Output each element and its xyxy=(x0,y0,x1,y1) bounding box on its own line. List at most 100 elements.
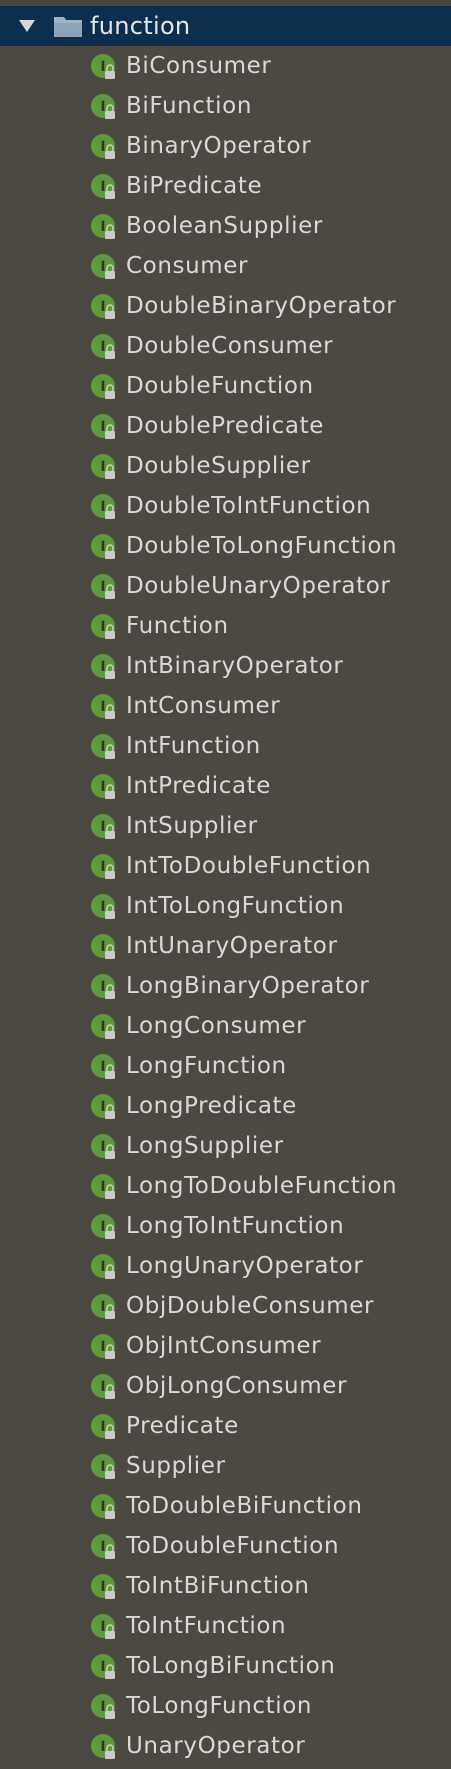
tree-item[interactable]: I Function xyxy=(0,607,451,647)
tree-item[interactable]: I BiPredicate xyxy=(0,167,451,207)
tree-item[interactable]: I ToDoubleBiFunction xyxy=(0,1487,451,1527)
interface-letter: I xyxy=(100,779,105,795)
tree-item-label: Consumer xyxy=(126,253,249,279)
project-tree: function I BiConsumer I BiFunction I BinaryOp… xyxy=(0,0,451,1769)
tree-item[interactable]: I ObjLongConsumer xyxy=(0,1367,451,1407)
tree-item[interactable]: I DoubleConsumer xyxy=(0,327,451,367)
tree-item[interactable]: I DoubleUnaryOperator xyxy=(0,567,451,607)
tree-item-label: DoubleToIntFunction xyxy=(126,493,372,519)
tree-item[interactable]: I BiFunction xyxy=(0,87,451,127)
tree-item-label: IntPredicate xyxy=(126,773,272,799)
interface-icon: I xyxy=(89,931,121,963)
tree-item[interactable]: I DoubleBinaryOperator xyxy=(0,287,451,327)
tree-item[interactable]: I ToIntBiFunction xyxy=(0,1567,451,1607)
tree-item-label: ToLongFunction xyxy=(126,1693,313,1719)
tree-item[interactable]: I IntConsumer xyxy=(0,687,451,727)
interface-letter: I xyxy=(100,1099,105,1115)
interface-letter: I xyxy=(100,139,105,155)
tree-item-label: IntBinaryOperator xyxy=(126,653,344,679)
interface-letter: I xyxy=(100,699,105,715)
tree-item[interactable]: I ToLongBiFunction xyxy=(0,1647,451,1687)
interface-icon: I xyxy=(89,691,121,723)
interface-icon: I xyxy=(89,1011,121,1043)
tree-item[interactable]: I DoubleSupplier xyxy=(0,447,451,487)
interface-icon: I xyxy=(89,531,121,563)
interface-icon: I xyxy=(89,1691,121,1723)
interface-icon: I xyxy=(89,1371,121,1403)
tree-item[interactable]: I LongFunction xyxy=(0,1047,451,1087)
tree-item-label: ToDoubleFunction xyxy=(126,1533,340,1559)
tree-item[interactable]: I Predicate xyxy=(0,1407,451,1447)
interface-icon: I xyxy=(89,291,121,323)
tree-item[interactable]: I DoubleToIntFunction xyxy=(0,487,451,527)
interface-icon: I xyxy=(89,371,121,403)
tree-item[interactable]: I LongConsumer xyxy=(0,1007,451,1047)
tree-item[interactable]: I DoublePredicate xyxy=(0,407,451,447)
interface-letter: I xyxy=(100,819,105,835)
tree-item[interactable]: I LongBinaryOperator xyxy=(0,967,451,1007)
tree-item[interactable]: I ToIntFunction xyxy=(0,1607,451,1647)
tree-item[interactable]: I DoubleFunction xyxy=(0,367,451,407)
interface-icon: I xyxy=(89,411,121,443)
interface-letter: I xyxy=(100,339,105,355)
tree-item[interactable]: I ToLongFunction xyxy=(0,1687,451,1727)
tree-item-label: Function xyxy=(126,613,229,639)
tree-item[interactable]: I IntToDoubleFunction xyxy=(0,847,451,887)
tree-item-label: DoublePredicate xyxy=(126,413,324,439)
tree-item[interactable]: I IntBinaryOperator xyxy=(0,647,451,687)
tree-item[interactable]: I LongToIntFunction xyxy=(0,1207,451,1247)
tree-item-label: UnaryOperator xyxy=(126,1733,306,1759)
folder-row-function[interactable]: function xyxy=(0,6,451,46)
interface-icon: I xyxy=(89,771,121,803)
tree-item-label: BiConsumer xyxy=(126,53,272,79)
interface-letter: I xyxy=(100,539,105,555)
interface-icon: I xyxy=(89,51,121,83)
interface-icon: I xyxy=(89,1611,121,1643)
tree-item[interactable]: I BiConsumer xyxy=(0,47,451,87)
tree-item[interactable]: I DoubleToLongFunction xyxy=(0,527,451,567)
interface-letter: I xyxy=(100,579,105,595)
tree-item-label: Supplier xyxy=(126,1453,226,1479)
interface-icon: I xyxy=(89,451,121,483)
interface-letter: I xyxy=(100,1219,105,1235)
tree-item[interactable]: I ObjDoubleConsumer xyxy=(0,1287,451,1327)
tree-item[interactable]: I ToDoubleFunction xyxy=(0,1527,451,1567)
folder-label: function xyxy=(90,12,191,40)
interface-letter: I xyxy=(100,1739,105,1755)
tree-item[interactable]: I UnaryOperator xyxy=(0,1727,451,1767)
scroll-edge xyxy=(0,0,451,5)
interface-letter: I xyxy=(100,499,105,515)
tree-item-label: LongToDoubleFunction xyxy=(126,1173,398,1199)
interface-letter: I xyxy=(100,1179,105,1195)
tree-item[interactable]: I BinaryOperator xyxy=(0,127,451,167)
tree-item[interactable]: I IntUnaryOperator xyxy=(0,927,451,967)
interface-letter: I xyxy=(100,979,105,995)
tree-item[interactable]: I ObjIntConsumer xyxy=(0,1327,451,1367)
tree-item-label: ToLongBiFunction xyxy=(126,1653,336,1679)
tree-item-label: IntToDoubleFunction xyxy=(126,853,372,879)
tree-item[interactable]: I BooleanSupplier xyxy=(0,207,451,247)
interface-letter: I xyxy=(100,219,105,235)
tree-item[interactable]: I Consumer xyxy=(0,247,451,287)
interface-icon: I xyxy=(89,971,121,1003)
tree-item-label: ToDoubleBiFunction xyxy=(126,1493,363,1519)
tree-item[interactable]: I LongSupplier xyxy=(0,1127,451,1167)
tree-item[interactable]: I IntPredicate xyxy=(0,767,451,807)
tree-item-label: LongUnaryOperator xyxy=(126,1253,364,1279)
interface-letter: I xyxy=(100,1619,105,1635)
interface-letter: I xyxy=(100,1259,105,1275)
tree-item[interactable]: I LongUnaryOperator xyxy=(0,1247,451,1287)
interface-letter: I xyxy=(100,179,105,195)
interface-letter: I xyxy=(100,419,105,435)
tree-item-label: LongPredicate xyxy=(126,1093,297,1119)
tree-item[interactable]: I IntFunction xyxy=(0,727,451,767)
tree-item[interactable]: I LongPredicate xyxy=(0,1087,451,1127)
tree-item[interactable]: I LongToDoubleFunction xyxy=(0,1167,451,1207)
triangle-down-icon[interactable] xyxy=(17,16,37,36)
interface-icon: I xyxy=(89,571,121,603)
tree-item[interactable]: I Supplier xyxy=(0,1447,451,1487)
interface-letter: I xyxy=(100,739,105,755)
tree-item[interactable]: I IntSupplier xyxy=(0,807,451,847)
tree-item-label: LongConsumer xyxy=(126,1013,307,1039)
tree-item[interactable]: I IntToLongFunction xyxy=(0,887,451,927)
